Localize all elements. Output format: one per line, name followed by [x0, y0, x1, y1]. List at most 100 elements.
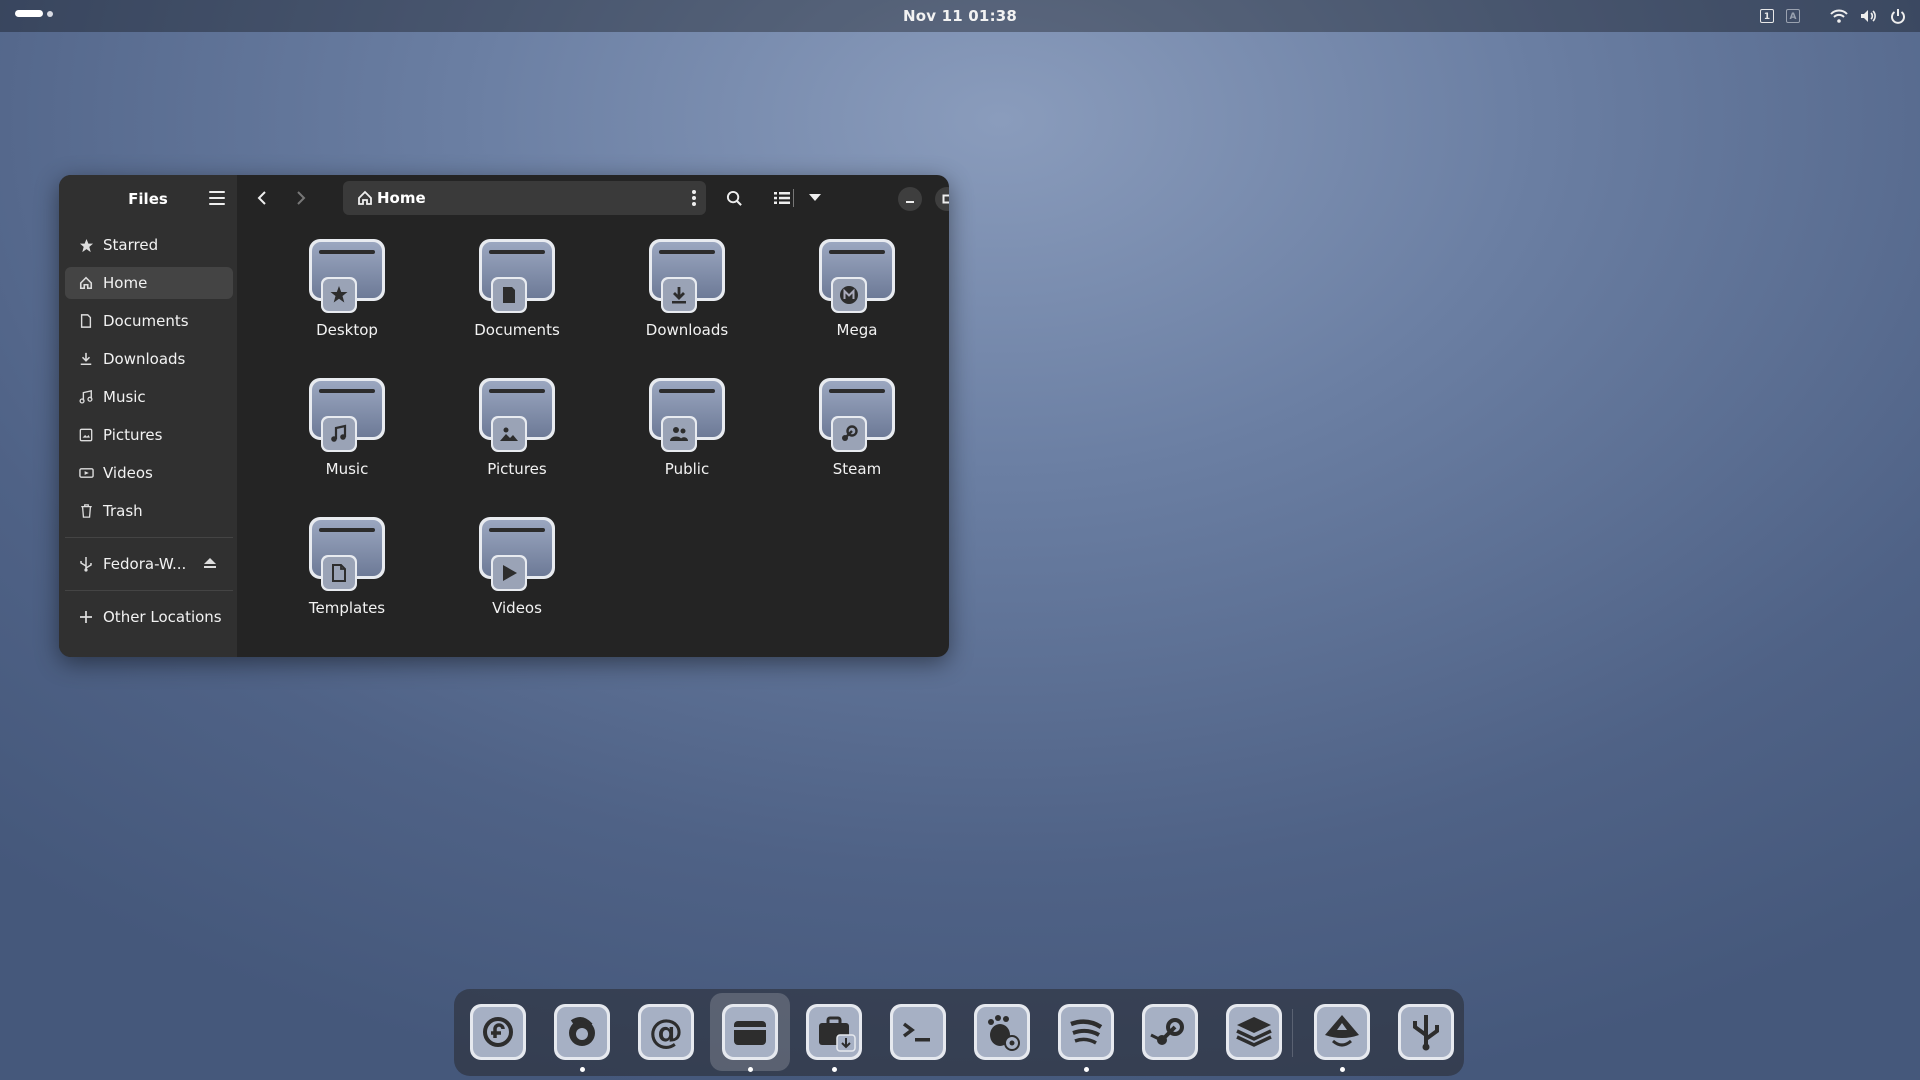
dock-steam-launcher[interactable]	[1141, 1003, 1199, 1061]
dock-inkscape-launcher[interactable]	[1313, 1003, 1371, 1061]
folder-label: Public	[664, 460, 710, 478]
folder-templates[interactable]: Templates	[282, 515, 412, 617]
folder-music-icon	[307, 376, 387, 456]
folder-desktop[interactable]: Desktop	[282, 237, 412, 339]
folder-label: Mega	[836, 321, 878, 339]
picture-icon	[78, 427, 94, 443]
dock-files-launcher[interactable]	[721, 1003, 779, 1061]
layers-icon	[1225, 1004, 1283, 1065]
running-indicator	[580, 1067, 585, 1072]
dock-spotify-launcher[interactable]	[1057, 1003, 1115, 1061]
sidebar-item-label: Documents	[103, 312, 189, 330]
home-icon	[78, 275, 94, 291]
sidebar-item-trash[interactable]: Trash	[65, 495, 233, 527]
folder-label: Music	[325, 460, 369, 478]
folder-label: Videos	[492, 599, 542, 617]
sidebar-item-other-locations[interactable]: Other Locations	[65, 601, 233, 633]
sidebar-item-label: Fedora-W...	[103, 555, 187, 573]
folder-videos[interactable]: Videos	[452, 515, 582, 617]
dock-fedora-launcher[interactable]	[469, 1003, 527, 1061]
firefox-icon	[553, 1004, 611, 1065]
maximize-icon	[942, 194, 949, 204]
indicator-a[interactable]: A	[1786, 9, 1800, 23]
music-icon	[78, 389, 94, 405]
dock-usb-writer-launcher[interactable]	[1397, 1003, 1455, 1061]
sidebar-item-pictures[interactable]: Pictures	[65, 419, 233, 451]
sidebar-item-device[interactable]: Fedora-W...	[65, 548, 233, 580]
home-icon	[358, 190, 372, 205]
sidebar-item-label: Music	[103, 388, 146, 406]
folder-documents[interactable]: Documents	[452, 237, 582, 339]
sidebar-item-home[interactable]: Home	[65, 267, 233, 299]
dock-gnome-settings-launcher[interactable]	[973, 1003, 1031, 1061]
sidebar-item-label: Videos	[103, 464, 153, 482]
running-indicator	[832, 1067, 837, 1072]
dock-mail-launcher[interactable]: @	[637, 1003, 695, 1061]
chevron-right-icon	[297, 191, 306, 205]
main-menu-button[interactable]	[209, 191, 225, 205]
indicator-1[interactable]: 1	[1760, 9, 1774, 23]
sidebar-item-label: Trash	[103, 502, 143, 520]
inkscape-icon	[1313, 1004, 1371, 1065]
sidebar: Files Starred Home Documents Downloads M…	[59, 175, 237, 657]
folder-mega[interactable]: Mega	[792, 237, 922, 339]
folder-downloads[interactable]: Downloads	[622, 237, 752, 339]
plus-icon	[78, 609, 94, 625]
clock[interactable]: Nov 11 01:38	[0, 0, 1920, 32]
spotify-icon	[1057, 1004, 1115, 1065]
sidebar-item-starred[interactable]: Starred	[65, 229, 233, 261]
forward-button[interactable]	[288, 185, 314, 211]
sidebar-item-downloads[interactable]: Downloads	[65, 343, 233, 375]
folder-label: Documents	[474, 321, 560, 339]
search-button[interactable]	[721, 185, 747, 211]
path-menu-button[interactable]	[692, 190, 696, 208]
power-icon[interactable]	[1890, 8, 1906, 24]
folder-doc-icon	[477, 237, 557, 317]
view-list-button[interactable]	[769, 185, 795, 211]
folder-video-icon	[477, 515, 557, 595]
mail-icon: @	[637, 1004, 695, 1065]
sidebar-item-label: Downloads	[103, 350, 186, 368]
usb-writer-icon	[1397, 1004, 1455, 1065]
document-icon	[78, 313, 94, 329]
path-bar[interactable]: Home	[343, 181, 706, 215]
search-icon	[726, 190, 742, 206]
sidebar-item-music[interactable]: Music	[65, 381, 233, 413]
back-button[interactable]	[249, 185, 275, 211]
minimize-icon	[906, 201, 914, 203]
dock-firefox-launcher[interactable]	[553, 1003, 611, 1061]
folder-label: Desktop	[316, 321, 378, 339]
path-label: Home	[377, 189, 426, 207]
software-icon	[805, 1004, 863, 1065]
star-icon	[78, 237, 94, 253]
dock-software-launcher[interactable]	[805, 1003, 863, 1061]
view-options-button[interactable]	[802, 185, 828, 211]
maximize-button[interactable]	[935, 187, 949, 211]
volume-icon[interactable]	[1860, 9, 1878, 23]
system-tray[interactable]: 1 A	[1760, 0, 1906, 32]
folder-people-icon	[647, 376, 727, 456]
video-icon	[78, 465, 94, 481]
wifi-icon[interactable]	[1830, 9, 1848, 23]
sidebar-item-documents[interactable]: Documents	[65, 305, 233, 337]
folder-public[interactable]: Public	[622, 376, 752, 478]
minimize-button[interactable]	[898, 187, 922, 211]
folder-music[interactable]: Music	[282, 376, 412, 478]
sidebar-separator	[65, 537, 233, 538]
folder-grid: Desktop Documents Downloads Mega Music Pictur…	[237, 221, 949, 657]
files-window: Files Starred Home Documents Downloads M…	[59, 175, 949, 657]
folder-pics-icon	[477, 376, 557, 456]
dock-terminal-launcher[interactable]	[889, 1003, 947, 1061]
eject-icon[interactable]	[203, 555, 217, 573]
dock-layers-launcher[interactable]	[1225, 1003, 1283, 1061]
sidebar-item-label: Home	[103, 274, 148, 292]
svg-text:@: @	[649, 1012, 683, 1052]
list-view-icon	[774, 192, 790, 204]
gnome-settings-icon	[973, 1004, 1031, 1065]
folder-pictures[interactable]: Pictures	[452, 376, 582, 478]
trash-icon	[78, 503, 94, 519]
fedora-icon	[469, 1004, 527, 1065]
sidebar-item-videos[interactable]: Videos	[65, 457, 233, 489]
folder-down-icon	[647, 237, 727, 317]
folder-steam[interactable]: Steam	[792, 376, 922, 478]
